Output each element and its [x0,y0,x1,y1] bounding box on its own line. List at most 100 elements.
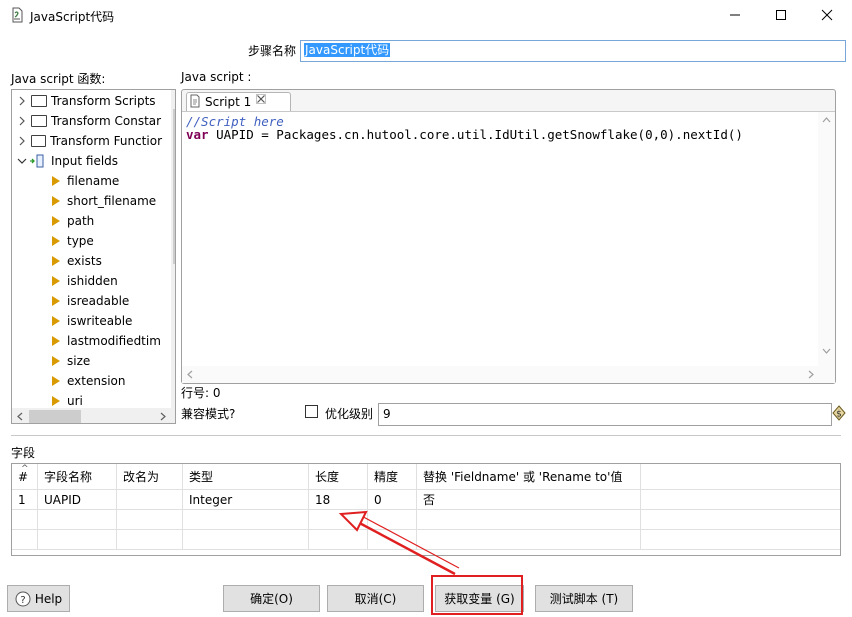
cancel-button[interactable]: 取消(C) [327,585,424,612]
tree-field-item[interactable]: extension [12,371,162,391]
table-cell[interactable] [417,510,641,530]
tree-field-item[interactable]: path [12,211,162,231]
chevron-right-icon[interactable] [16,135,28,147]
close-button[interactable] [804,0,850,30]
table-cell[interactable]: UAPID [38,490,117,510]
tree-folder-transform-scripts[interactable]: Transform Scripts [12,91,162,111]
table-cell[interactable] [641,510,840,530]
field-arrow-icon [52,396,60,406]
variable-icon[interactable]: $ [832,405,846,421]
tree-field-label: short_filename [67,194,157,208]
table-cell[interactable]: 18 [309,490,368,510]
table-cell[interactable] [183,510,309,530]
scroll-left-icon[interactable] [182,366,199,383]
table-cell[interactable] [117,510,183,530]
editor-horizontal-scrollbar[interactable] [182,366,835,383]
table-cell[interactable] [309,510,368,530]
section-divider [11,435,841,436]
scroll-up-icon[interactable] [171,90,176,107]
table-cell[interactable]: 0 [368,490,417,510]
table-cell[interactable]: Integer [183,490,309,510]
close-icon [821,9,833,21]
tree-folder-input-fields[interactable]: Input fields [12,151,162,171]
tree-field-label: lastmodifiedtim [67,334,161,348]
function-tree[interactable]: Transform Scripts Transform Constar Tran… [11,89,176,424]
optimize-level-input[interactable]: 9 [378,403,832,426]
scroll-right-icon[interactable] [802,366,819,383]
folder-icon [31,115,47,127]
table-cell[interactable] [12,530,38,550]
scroll-down-icon[interactable] [171,391,176,408]
tree-field-label: type [67,234,94,248]
test-script-button[interactable]: 测试脚本 (T) [535,585,633,612]
tree-field-item[interactable]: isreadable [12,291,162,311]
table-cell[interactable] [38,510,117,530]
table-cell[interactable] [117,490,183,510]
code-statement: UAPID = Packages.cn.hutool.core.util.IdU… [208,127,743,142]
field-arrow-icon [52,216,60,226]
chevron-down-icon[interactable] [16,155,28,167]
maximize-icon [776,10,786,20]
table-cell[interactable] [117,530,183,550]
table-cell[interactable]: 1 [12,490,38,510]
script-editor[interactable]: //Script here var UAPID = Packages.cn.hu… [182,111,835,383]
step-name-value: JavaScript代码 [304,43,391,57]
fields-table[interactable]: # 字段名称 改名为 类型 长度 精度 替换 'Fieldname' 或 'Rename t… [11,463,841,556]
scroll-up-icon[interactable] [818,112,835,129]
tree-folder-transform-constants[interactable]: Transform Constar [12,111,162,131]
table-cell[interactable] [641,490,840,510]
table-header-cell[interactable]: 替换 'Fieldname' 或 'Rename to'值 [417,464,641,490]
tree-field-label: uri [67,394,83,408]
tree-field-item[interactable]: type [12,231,162,251]
scroll-left-icon[interactable] [12,408,29,424]
minimize-button[interactable] [712,0,758,30]
table-header-cell[interactable]: 字段名称 [38,464,117,490]
field-arrow-icon [52,236,60,246]
table-cell[interactable] [641,530,840,550]
tab-close-icon[interactable] [256,94,266,107]
table-header-cell[interactable]: 改名为 [117,464,183,490]
table-cell[interactable] [38,530,117,550]
sort-icon: ^ [21,464,29,474]
chevron-right-icon[interactable] [16,115,28,127]
table-cell[interactable]: 否 [417,490,641,510]
tree-field-item[interactable]: size [12,351,162,371]
table-header-cell [641,464,840,490]
table-cell[interactable] [12,510,38,530]
table-cell[interactable] [368,530,417,550]
table-cell[interactable] [368,510,417,530]
tree-field-item[interactable]: filename [12,171,162,191]
ok-button[interactable]: 确定(O) [223,585,320,612]
tree-field-label: filename [67,174,120,188]
table-header-cell[interactable]: 长度 [309,464,368,490]
table-header-cell[interactable]: 精度 [368,464,417,490]
table-cell[interactable] [183,530,309,550]
line-number: 行号: 0 [181,386,221,400]
tree-scroll-thumb[interactable] [173,109,175,264]
scroll-down-icon[interactable] [818,342,835,359]
maximize-button[interactable] [758,0,804,30]
tree-hscroll-thumb[interactable] [29,410,81,423]
compat-mode-label: 兼容模式? [181,407,236,421]
minimize-icon [730,14,740,16]
script-icon [189,94,201,108]
field-arrow-icon [52,316,60,326]
tree-field-item[interactable]: ishidden [12,271,162,291]
step-name-input[interactable]: JavaScript代码 [300,40,846,62]
editor-vertical-scrollbar[interactable] [818,112,835,366]
chevron-right-icon[interactable] [16,95,28,107]
optimize-checkbox[interactable] [305,405,318,418]
tree-field-item[interactable]: exists [12,251,162,271]
table-cell[interactable] [309,530,368,550]
table-header-cell[interactable]: 类型 [183,464,309,490]
functions-label: Java script 函数: [11,72,106,86]
help-button[interactable]: ? Help [7,585,70,612]
scroll-right-icon[interactable] [154,408,171,424]
tree-field-item[interactable]: iswriteable [12,311,162,331]
table-cell[interactable] [417,530,641,550]
folder-icon [31,95,47,107]
tree-field-item[interactable]: lastmodifiedtim [12,331,162,351]
tree-field-item[interactable]: short_filename [12,191,162,211]
tree-folder-transform-functions[interactable]: Transform Functior [12,131,162,151]
code-keyword: var [186,127,209,142]
